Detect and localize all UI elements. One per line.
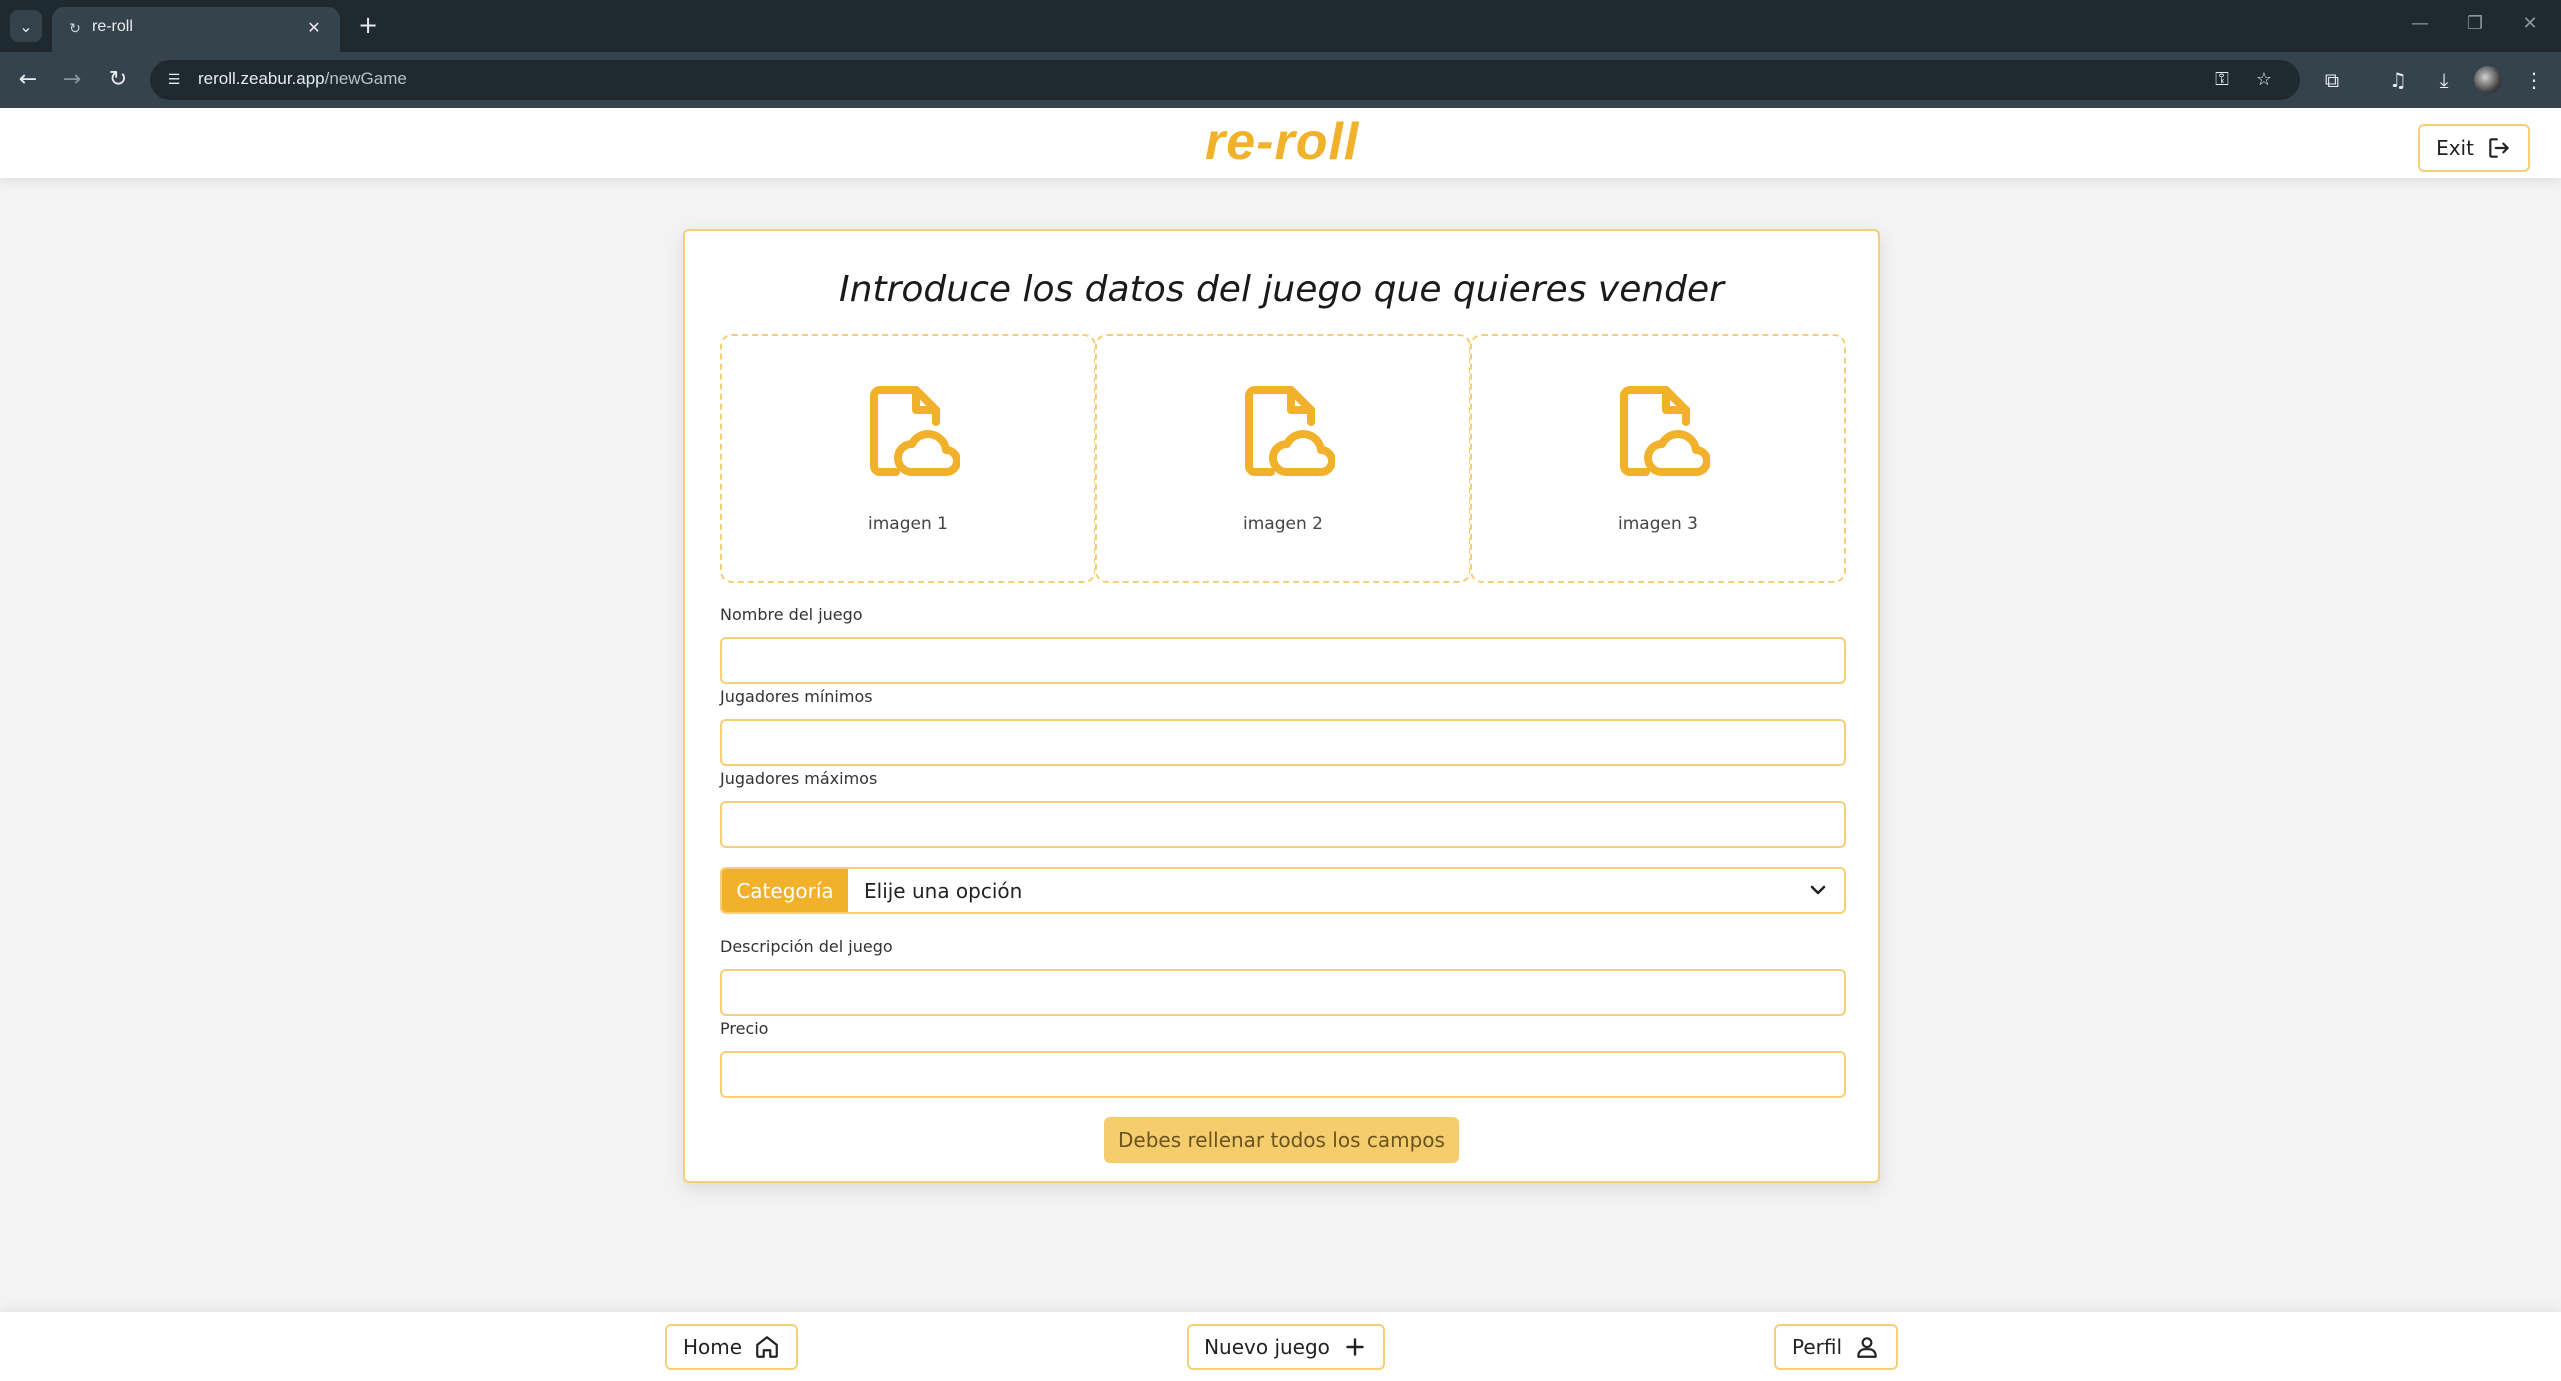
category-addon: Categoría — [722, 869, 848, 912]
new-game-form: Introduce los datos del juego que quiere… — [683, 229, 1880, 1183]
extensions-icon[interactable]: ⧉ — [2318, 66, 2346, 94]
brand-logo[interactable]: re-roll — [1205, 112, 1359, 172]
form-title: Introduce los datos del juego que quiere… — [839, 269, 1724, 310]
close-tab-icon[interactable]: ✕ — [302, 16, 326, 40]
address-bar[interactable]: ☰ reroll.zeabur.app/newGame ⚿ ☆ — [150, 60, 2300, 100]
app-header: re-roll Exit — [0, 108, 2561, 178]
image-upload-label: imagen 2 — [1243, 514, 1323, 534]
media-control-icon[interactable]: ♫ — [2384, 66, 2412, 94]
url-path: /newGame — [324, 69, 407, 88]
downloads-icon[interactable]: ⤓ — [2430, 66, 2458, 94]
home-button[interactable]: Home — [665, 1324, 798, 1370]
url-text[interactable]: reroll.zeabur.app/newGame — [198, 69, 407, 89]
profile-avatar[interactable] — [2474, 66, 2502, 94]
tab-search-button[interactable]: ⌄ — [10, 10, 42, 42]
min-players-input[interactable] — [720, 719, 1846, 766]
description-label: Descripción del juego — [720, 937, 893, 956]
plus-icon — [1346, 1338, 1364, 1356]
user-icon — [1857, 1337, 1877, 1358]
game-name-label: Nombre del juego — [720, 605, 863, 624]
back-icon[interactable]: ← — [12, 64, 44, 96]
profile-button[interactable]: Perfil — [1774, 1324, 1898, 1370]
minimize-icon[interactable]: — — [2400, 8, 2440, 40]
restore-icon[interactable]: ❐ — [2455, 8, 2495, 40]
file-cloud-upload-icon — [1620, 386, 1710, 476]
image-upload-1[interactable]: imagen 1 — [720, 334, 1096, 583]
profile-label: Perfil — [1791, 1335, 1843, 1359]
home-label: Home — [682, 1335, 743, 1359]
loading-icon: ↻ — [69, 21, 81, 37]
reload-icon[interactable]: ↻ — [102, 64, 134, 96]
browser-tabstrip: ⌄ ↻ re-roll ✕ + — ❐ ✕ — [0, 0, 2561, 52]
home-icon — [756, 1336, 778, 1358]
category-selected-value: Elije una opción — [864, 879, 1023, 903]
bookmark-star-icon[interactable]: ☆ — [2252, 68, 2276, 92]
new-game-label: Nuevo juego — [1204, 1335, 1330, 1359]
price-input[interactable] — [720, 1051, 1846, 1098]
password-key-icon[interactable]: ⚿ — [2210, 68, 2234, 92]
url-host: reroll.zeabur.app — [198, 69, 325, 88]
close-window-icon[interactable]: ✕ — [2510, 8, 2550, 40]
exit-label: Exit — [2436, 136, 2474, 160]
file-cloud-upload-icon — [870, 386, 960, 476]
image-upload-label: imagen 3 — [1618, 514, 1698, 534]
description-input[interactable] — [720, 969, 1846, 1016]
image-upload-2[interactable]: imagen 2 — [1095, 334, 1471, 583]
forward-icon[interactable]: → — [56, 64, 88, 96]
category-select[interactable]: Categoría Elije una opción — [720, 867, 1846, 914]
image-upload-label: imagen 1 — [868, 514, 948, 534]
browser-menu-icon[interactable]: ⋮ — [2520, 66, 2548, 94]
site-settings-icon[interactable]: ☰ — [162, 68, 186, 92]
chevron-down-icon — [1810, 885, 1826, 895]
new-tab-button[interactable]: + — [352, 10, 384, 42]
new-game-button[interactable]: Nuevo juego — [1187, 1324, 1385, 1370]
exit-button[interactable]: Exit — [2418, 124, 2530, 172]
submit-button[interactable]: Debes rellenar todos los campos — [1104, 1117, 1459, 1163]
browser-toolbar: ← → ↻ ☰ reroll.zeabur.app/newGame ⚿ ☆ ⧉ … — [0, 52, 2561, 108]
file-cloud-upload-icon — [1245, 386, 1335, 476]
image-upload-3[interactable]: imagen 3 — [1470, 334, 1846, 583]
tab-title: re-roll — [92, 18, 133, 35]
max-players-label: Jugadores máximos — [720, 769, 878, 788]
game-name-input[interactable] — [720, 637, 1846, 684]
bottom-navigation: Home Nuevo juego Perfil — [0, 1312, 2561, 1381]
min-players-label: Jugadores mínimos — [720, 687, 873, 706]
price-label: Precio — [720, 1019, 769, 1038]
browser-tab[interactable]: ↻ re-roll ✕ — [52, 7, 340, 52]
max-players-input[interactable] — [720, 801, 1846, 848]
logout-icon — [2489, 138, 2509, 158]
